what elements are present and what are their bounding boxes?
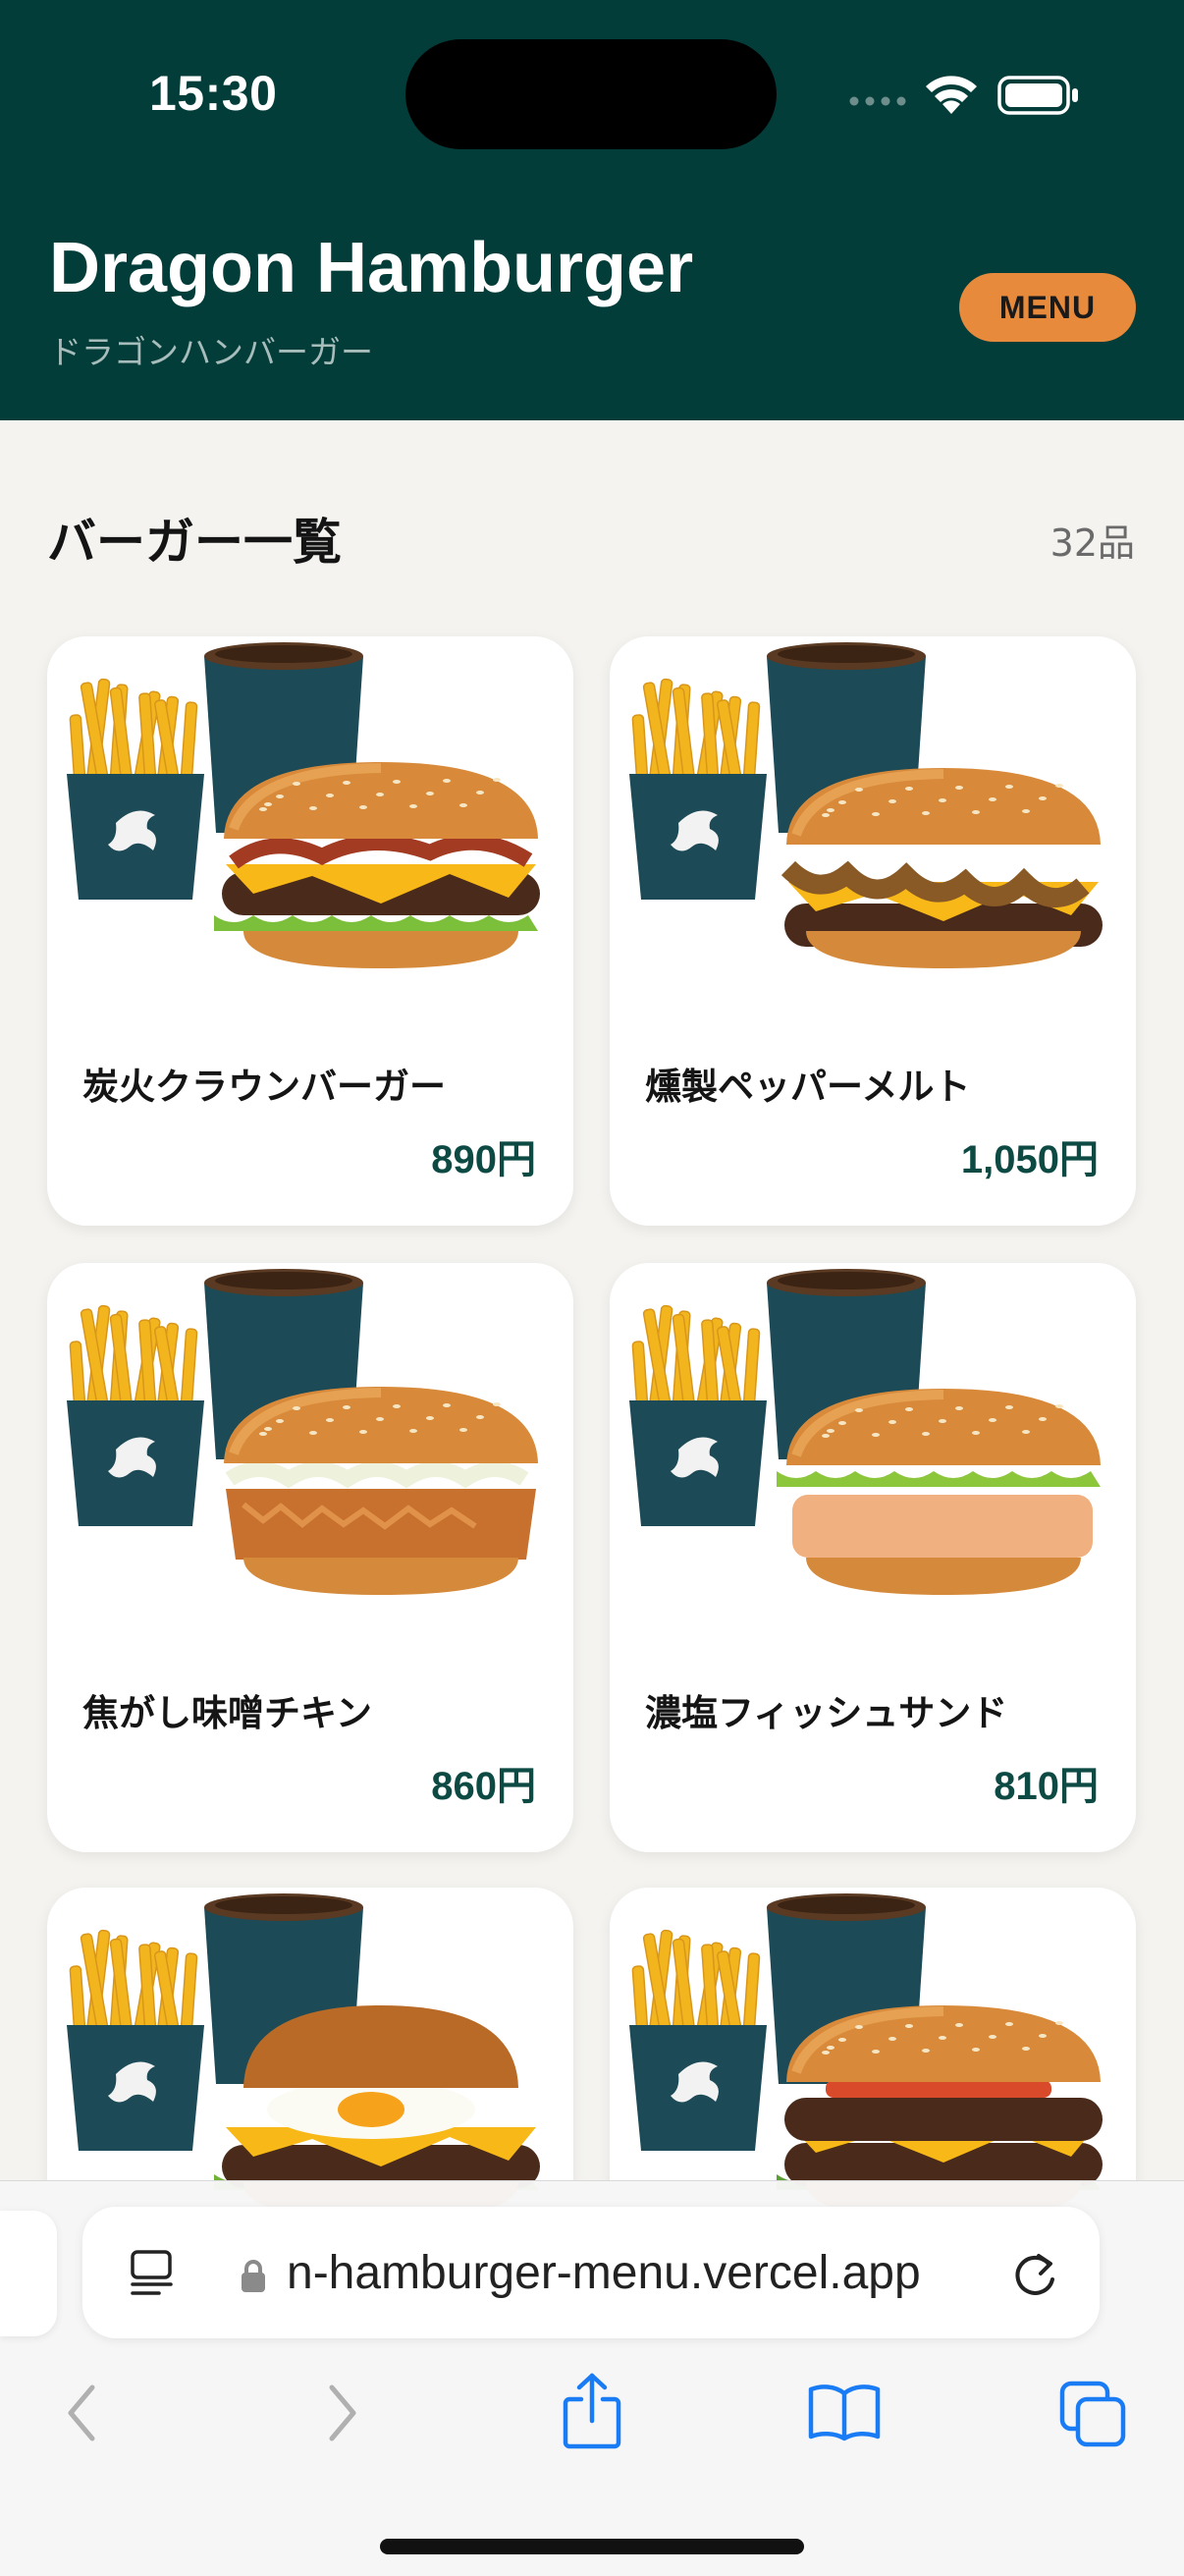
menu-button[interactable]: MENU xyxy=(959,273,1136,342)
menu-card[interactable]: 燻製ペッパーメルト 1,050円 xyxy=(610,636,1136,1226)
menu-card[interactable]: 炭火クラウンバーガー 890円 xyxy=(47,636,573,1226)
previous-tab-preview[interactable] xyxy=(0,2211,57,2336)
browser-toolbar: n-hamburger-menu.vercel.app xyxy=(0,2180,1184,2576)
menu-card[interactable]: 焦がし味噌チキン 860円 xyxy=(47,1263,573,1852)
dynamic-island xyxy=(405,39,777,149)
burger-photo xyxy=(619,1263,1126,1597)
item-name: 炭火クラウンバーガー xyxy=(82,1066,446,1108)
forward-icon[interactable] xyxy=(320,2382,363,2444)
burger-photo xyxy=(57,636,564,970)
item-price: 860円 xyxy=(431,1765,536,1808)
wifi-icon xyxy=(926,76,977,114)
address-bar[interactable]: n-hamburger-menu.vercel.app xyxy=(82,2207,1100,2338)
url-text: n-hamburger-menu.vercel.app xyxy=(287,2247,921,2299)
cellular-signal-icon xyxy=(849,96,906,106)
item-price: 890円 xyxy=(431,1138,536,1181)
app-header: 15:30 Dragon Hamburger ドラゴンハンバーガー MENU xyxy=(0,0,1184,420)
reload-icon[interactable] xyxy=(1009,2248,1060,2301)
item-price: 810円 xyxy=(994,1765,1099,1808)
burger-photo xyxy=(57,1888,564,2221)
app-subtitle: ドラゴンハンバーガー xyxy=(49,333,373,371)
back-icon[interactable] xyxy=(61,2382,104,2444)
burger-photo xyxy=(619,1888,1126,2221)
burger-photo xyxy=(57,1263,564,1597)
share-icon[interactable] xyxy=(560,2372,624,2450)
lock-icon xyxy=(242,2260,265,2292)
item-name: 燻製ペッパーメルト xyxy=(645,1066,971,1108)
item-name: 濃塩フィッシュサンド xyxy=(645,1692,1008,1734)
tabs-icon[interactable] xyxy=(1058,2380,1129,2450)
item-count: 32品 xyxy=(1049,521,1135,565)
item-name: 焦がし味噌チキン xyxy=(82,1692,372,1734)
menu-card[interactable]: 濃塩フィッシュサンド 810円 xyxy=(610,1263,1136,1852)
bookmarks-icon[interactable] xyxy=(807,2382,882,2442)
battery-icon xyxy=(997,76,1078,115)
home-indicator xyxy=(380,2539,804,2554)
section-title: バーガー一覧 xyxy=(47,514,342,571)
item-price: 1,050円 xyxy=(960,1138,1099,1181)
status-time: 15:30 xyxy=(149,66,278,121)
reader-mode-icon[interactable] xyxy=(128,2248,177,2299)
burger-photo xyxy=(619,636,1126,970)
app-title: Dragon Hamburger xyxy=(49,229,694,307)
